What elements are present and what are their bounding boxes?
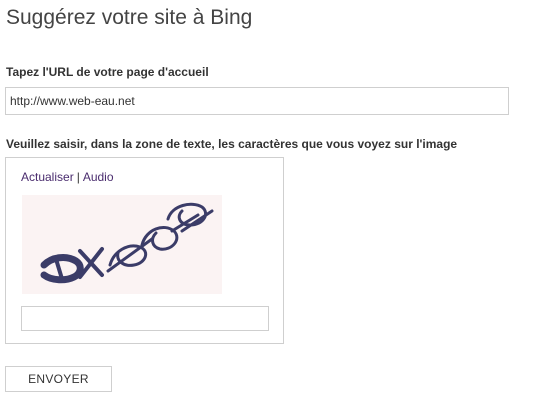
captcha-answer-input[interactable] [21,306,269,331]
page-title: Suggérez votre site à Bing [6,6,253,29]
url-field-label: Tapez l'URL de votre page d'accueil [6,65,209,79]
captcha-glyph-stroke-2 [54,257,64,281]
captcha-instructions-label: Veuillez saisir, dans la zone de texte, … [6,137,458,151]
captcha-links-separator: | [76,170,80,184]
captcha-audio-link[interactable]: Audio [83,170,114,184]
captcha-refresh-link[interactable]: Actualiser [21,170,74,184]
captcha-links: Actualiser | Audio [21,170,114,184]
captcha-panel: Actualiser | Audio [5,157,284,344]
captcha-distorted-glyphs [40,202,214,284]
submit-site-page: Suggérez votre site à Bing Tapez l'URL d… [0,0,550,400]
submit-button[interactable]: ENVOYER [5,366,112,392]
captcha-image [22,195,222,294]
url-input[interactable] [5,87,509,115]
